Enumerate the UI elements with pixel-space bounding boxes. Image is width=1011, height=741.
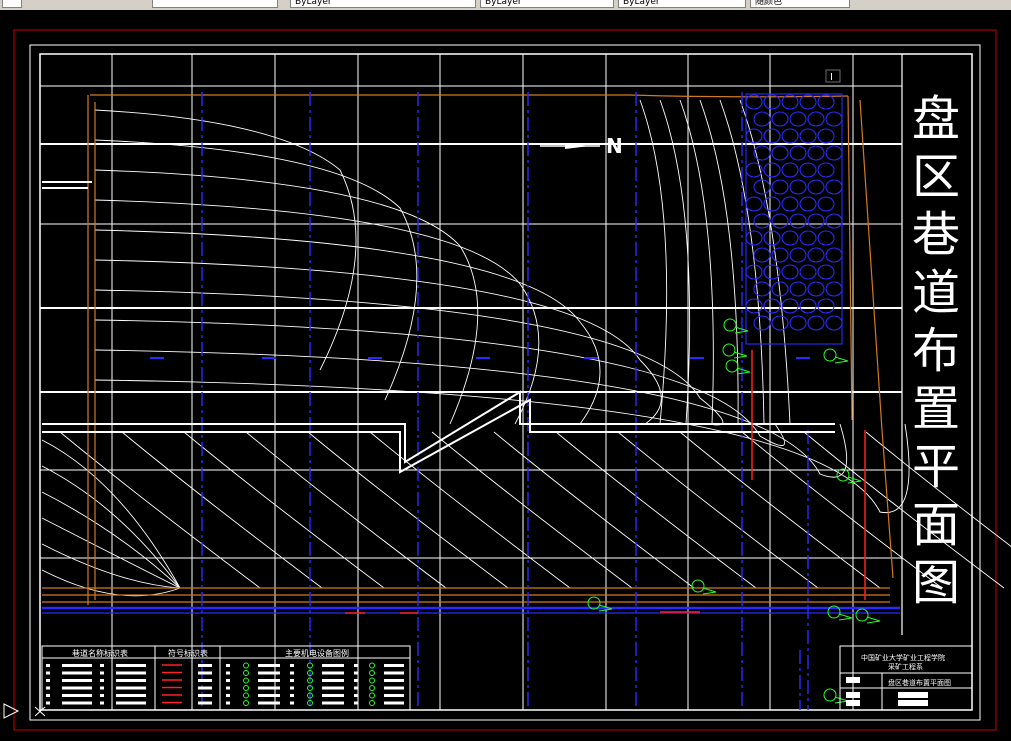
legend-bar — [384, 671, 404, 675]
legend-bar — [384, 664, 404, 667]
properties-toolbar: ByLayer ByLayer ByLayer 随颜色 — [0, 0, 1011, 10]
lineweight-dropdown[interactable]: ByLayer — [480, 0, 614, 8]
legend-mark — [290, 679, 294, 682]
plot-style-dropdown[interactable]: 随颜色 — [750, 0, 850, 8]
legend-mark — [354, 694, 358, 697]
legend-mark — [100, 701, 104, 705]
legend-mark — [100, 686, 104, 690]
legend-bar — [322, 679, 344, 682]
legend-mark — [290, 686, 294, 690]
legend-mark — [226, 694, 230, 697]
legend-bar — [116, 694, 146, 697]
title-char: 巷 — [912, 207, 960, 263]
layer-dropdown[interactable] — [2, 0, 22, 8]
title-char: 平 — [912, 439, 960, 495]
title-char: 道 — [912, 265, 960, 321]
title-char: 布 — [912, 323, 960, 379]
legend-bar — [258, 686, 280, 690]
legend-mark — [226, 686, 230, 690]
legend-bar — [198, 686, 212, 690]
title-block-name: 盘区巷道布置平面图 — [888, 678, 951, 687]
legend-title-symbol: 符号标识表 — [168, 648, 208, 658]
legend-mark — [354, 664, 358, 667]
title-char: 面 — [912, 497, 960, 553]
legend-mark — [354, 686, 358, 690]
legend-mark — [226, 664, 230, 667]
legend-mark — [100, 694, 104, 697]
color-dropdown[interactable] — [152, 0, 278, 8]
legend-mark — [46, 671, 50, 675]
legend-mark — [354, 671, 358, 675]
title-char: 区 — [912, 149, 960, 205]
title-block-dept: 采矿工程系 — [888, 662, 923, 671]
sheet-mark: I — [830, 72, 833, 83]
command-line[interactable] — [0, 733, 1011, 737]
legend-bar — [62, 664, 92, 667]
legend-mark — [226, 671, 230, 675]
drawing-title: 盘区巷道布置平面图 — [912, 91, 960, 611]
legend-mark — [46, 694, 50, 697]
legend-bar — [258, 671, 280, 675]
legend-mark — [354, 701, 358, 705]
legend-mark — [290, 701, 294, 705]
legend-bar — [198, 679, 212, 682]
legend-bar — [258, 664, 280, 667]
legend-mark — [354, 679, 358, 682]
legend-bar — [198, 701, 212, 705]
legend-bar — [322, 671, 344, 675]
legend-mark — [46, 679, 50, 682]
legend-bar — [322, 694, 344, 697]
legend-bar — [258, 701, 280, 705]
legend-bar — [62, 701, 92, 705]
legend-mark — [100, 679, 104, 682]
legend-mark — [100, 671, 104, 675]
legend-bar — [384, 701, 404, 705]
legend-mark — [290, 671, 294, 675]
legend-bar — [384, 679, 404, 682]
legend-mark — [290, 664, 294, 667]
legend-bar — [62, 679, 92, 682]
drawing-canvas[interactable]: N I 盘区巷道布置平面图 巷道名称标识表 符号标识表 主要机电设备图例 中国矿… — [0, 10, 1011, 737]
title-block-org: 中国矿业大学矿业工程学院 — [861, 653, 945, 662]
legend-bar — [322, 701, 344, 705]
linetype-dropdown[interactable]: ByLayer — [290, 0, 476, 8]
legend-mark — [100, 664, 104, 667]
legend-mark — [226, 701, 230, 705]
legend-bar — [258, 694, 280, 697]
legend-title-equipment: 主要机电设备图例 — [285, 648, 349, 658]
legend-bar — [62, 694, 92, 697]
legend-bar — [384, 686, 404, 690]
legend-bar — [322, 664, 344, 667]
title-char: 图 — [912, 555, 960, 611]
north-label: N — [606, 134, 623, 158]
title-char: 盘 — [912, 91, 960, 147]
legend-bar — [116, 679, 146, 682]
legend-mark — [226, 679, 230, 682]
plotstyle-dropdown[interactable]: ByLayer — [618, 0, 746, 8]
legend-bar — [198, 694, 212, 697]
legend-bar — [322, 686, 344, 690]
legend-bar — [116, 664, 146, 667]
legend-mark — [46, 701, 50, 705]
legend-bar — [62, 671, 92, 675]
legend-mark — [46, 686, 50, 690]
legend-mark — [46, 664, 50, 667]
legend-bar — [116, 686, 146, 690]
legend-bar — [198, 671, 212, 675]
legend-bar — [384, 694, 404, 697]
legend-bar — [258, 679, 280, 682]
legend-bar — [116, 701, 146, 705]
title-char: 置 — [912, 381, 960, 437]
legend-bar — [62, 686, 92, 690]
legend-mark — [290, 694, 294, 697]
legend-bar — [198, 664, 212, 667]
legend-title-roadway: 巷道名称标识表 — [72, 648, 128, 658]
legend-bar — [116, 671, 146, 675]
